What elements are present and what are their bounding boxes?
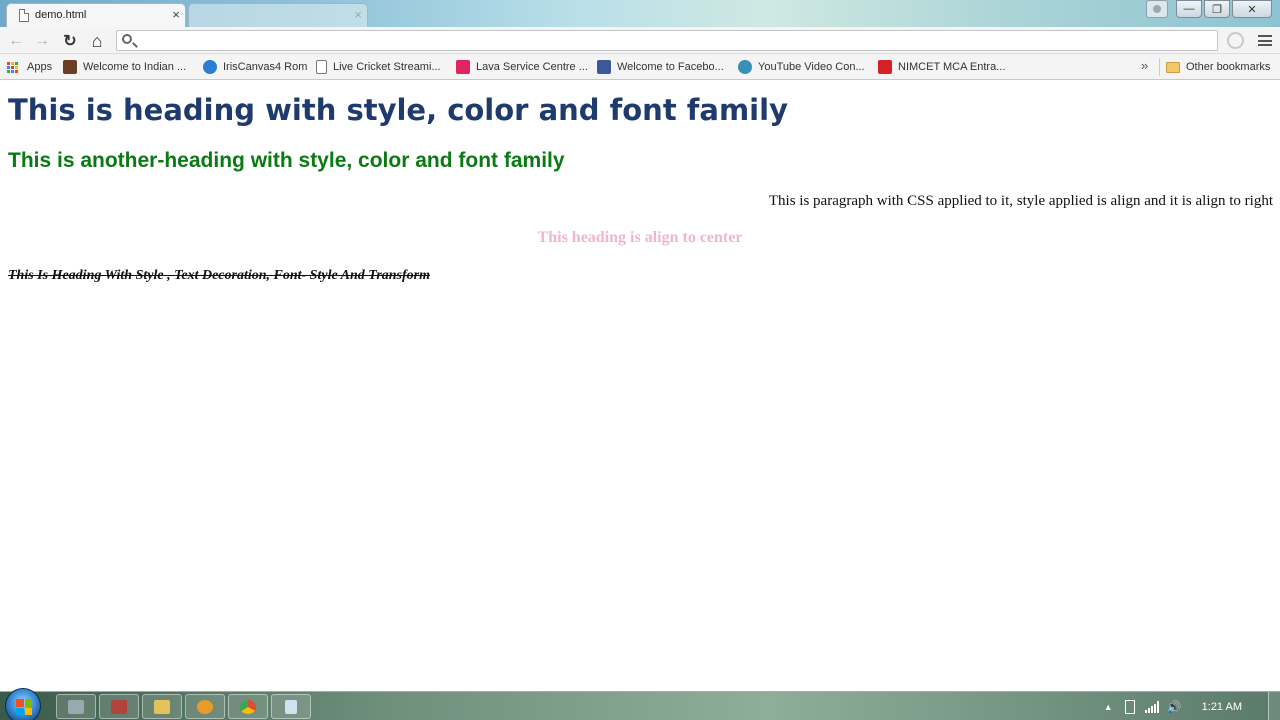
taskbar-file-explorer[interactable] [142,694,182,719]
taskbar-chrome[interactable] [228,694,268,719]
facebook-icon [597,60,611,74]
tab-strip: demo.html × × — ❐ ✕ [0,0,1280,27]
folder-icon [1166,61,1180,73]
heading-styled: This is heading with style, color and fo… [8,93,788,127]
windows-logo-icon [16,699,32,715]
bookmarks-overflow-button[interactable]: » [1141,58,1148,73]
page-icon [19,9,29,22]
other-bookmarks-label: Other bookmarks [1186,61,1271,73]
back-button[interactable]: ← [5,30,27,52]
notepad-icon [285,699,297,714]
address-input[interactable] [141,33,1211,49]
taskbar-presentation-app[interactable] [99,694,139,719]
chrome-menu-icon[interactable] [1258,35,1272,46]
media-center-icon [68,699,84,714]
tab-close-icon[interactable]: × [354,7,362,22]
indian-railways-icon [63,60,77,74]
bookmark-nimcet[interactable]: NIMCET MCA Entra... [878,59,1005,75]
bookmark-indian-railways[interactable]: Welcome to Indian ... [63,59,186,75]
heading-centered: This heading is align to center [537,229,743,246]
maximize-button[interactable]: ❐ [1204,0,1230,18]
clock[interactable]: 1:21 AM [1202,701,1242,713]
tab-background[interactable]: × [188,3,368,27]
bookmark-iriscanvas[interactable]: IrisCanvas4 Rom [203,59,307,75]
bookmark-live-cricket[interactable]: Live Cricket Streami... [316,59,441,75]
tab-demo-html[interactable]: demo.html × [6,3,186,27]
heading-another: This is another-heading with style, colo… [8,149,565,172]
paragraph-right-aligned: This is paragraph with CSS applied to it… [768,193,1273,209]
forward-button[interactable]: → [31,30,53,52]
apps-grid-icon [7,61,21,73]
bookmark-label: Welcome to Indian ... [83,61,187,73]
page-content: This is heading with style, color and fo… [0,81,1280,691]
media-player-icon [197,699,213,714]
volume-icon[interactable]: 🔊 [1167,700,1182,714]
bookmark-label: IrisCanvas4 Rom [223,61,308,73]
reload-button[interactable]: ↻ [59,30,81,52]
tab-close-icon[interactable]: × [172,7,180,22]
bookmark-label: NIMCET MCA Entra... [898,61,1006,73]
taskbar-media-center[interactable] [56,694,96,719]
heading-decorated: This Is Heading With Style , Text Decora… [8,268,430,283]
tray-expand-icon[interactable]: ▲ [1104,702,1113,712]
show-desktop-button[interactable] [1268,692,1280,720]
network-signal-icon[interactable] [1144,700,1159,713]
home-button[interactable]: ⌂ [86,30,108,52]
converter-icon [738,60,752,74]
search-icon [122,34,132,44]
lava-icon [456,60,470,74]
file-explorer-icon [154,699,170,714]
bookmark-label: Lava Service Centre ... [476,61,588,73]
bookmark-apps[interactable]: Apps [7,59,52,75]
profile-button[interactable] [1146,0,1168,18]
start-button[interactable] [5,688,41,720]
bookmark-label: Live Cricket Streami... [333,61,441,73]
other-bookmarks-folder[interactable]: Other bookmarks [1166,59,1270,75]
nimcet-icon [878,60,892,74]
bookmark-lava-service[interactable]: Lava Service Centre ... [456,59,588,75]
tab-title: demo.html [35,9,87,21]
extension-icon[interactable] [1227,32,1244,49]
bookmark-label: Welcome to Facebo... [617,61,724,73]
system-tray: ▲ 🔊 1:21 AM [1104,692,1280,720]
bookmark-youtube-converter[interactable]: YouTube Video Con... [738,59,865,75]
page-icon [316,60,327,74]
bookmark-label: Apps [27,61,53,73]
close-window-button[interactable]: ✕ [1232,0,1272,18]
address-bar[interactable] [116,30,1218,51]
bookmarks-bar: Apps Welcome to Indian ... IrisCanvas4 R… [0,54,1280,80]
chrome-icon [240,699,256,714]
battery-icon[interactable] [1124,699,1135,714]
bookmark-facebook[interactable]: Welcome to Facebo... [597,59,724,75]
bookmark-label: YouTube Video Con... [758,61,865,73]
bookmarks-divider [1159,58,1160,76]
browser-toolbar: ← → ↻ ⌂ [0,27,1280,54]
window-controls: — ❐ ✕ [1146,0,1272,18]
taskbar-notepad[interactable] [271,694,311,719]
minimize-button[interactable]: — [1176,0,1202,18]
presentation-app-icon [111,699,127,714]
taskbar-media-player[interactable] [185,694,225,719]
windows-taskbar: ▲ 🔊 1:21 AM [0,688,1280,720]
user-icon [1153,5,1161,13]
iris-canvas-icon [203,60,217,74]
